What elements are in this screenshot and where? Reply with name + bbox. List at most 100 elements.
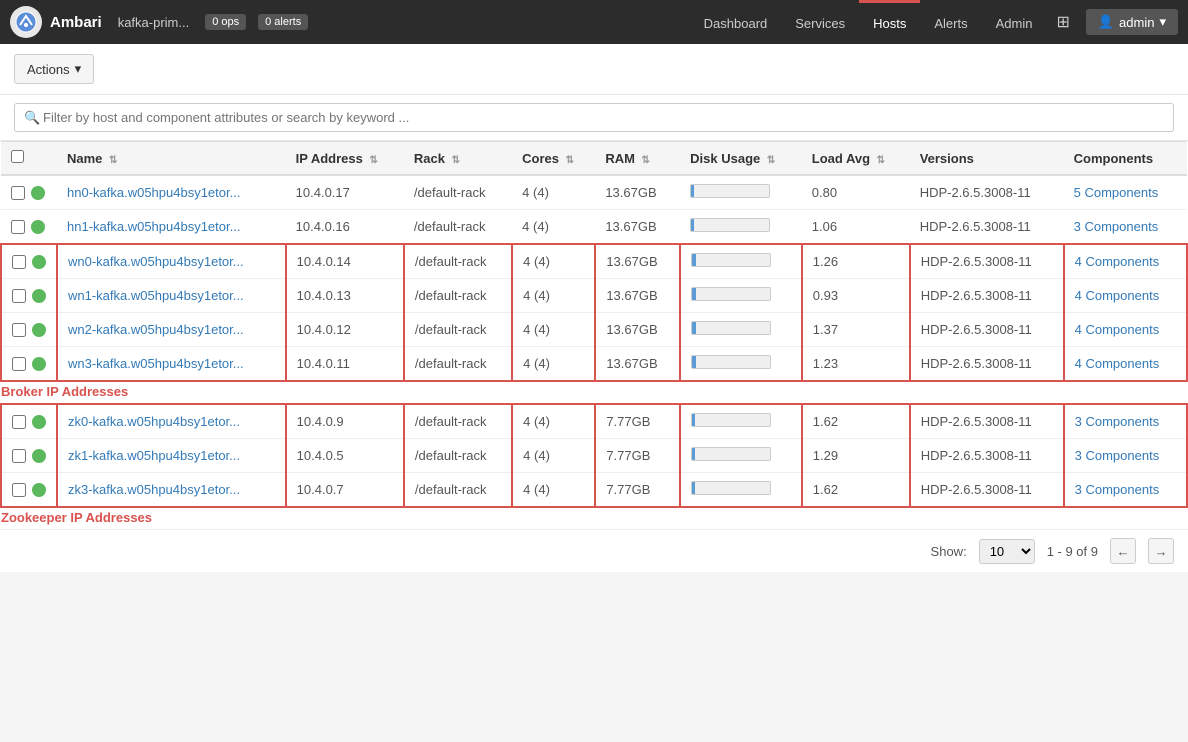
- sort-disk-icon: ⇅: [767, 155, 775, 166]
- row-disk: [680, 244, 802, 279]
- status-icon: [31, 186, 45, 200]
- row-ram: 7.77GB: [595, 439, 680, 473]
- row-checkbox[interactable]: [12, 289, 26, 303]
- row-name: hn0-kafka.w05hpu4bsy1etor...: [57, 175, 286, 210]
- main-content: Actions ▾ 🔍 Name ⇅ IP Address ⇅ Rack ⇅ C…: [0, 44, 1188, 572]
- components-link[interactable]: 3 Components: [1075, 414, 1160, 429]
- nav-services[interactable]: Services: [781, 0, 859, 44]
- next-page-button[interactable]: →: [1148, 538, 1174, 564]
- row-checkbox[interactable]: [12, 415, 26, 429]
- row-ip: 10.4.0.5: [286, 439, 404, 473]
- row-load: 1.62: [802, 404, 910, 439]
- components-link[interactable]: 5 Components: [1074, 185, 1159, 200]
- col-disk[interactable]: Disk Usage ⇅: [680, 142, 802, 176]
- row-checkbox[interactable]: [11, 186, 25, 200]
- components-link[interactable]: 4 Components: [1075, 356, 1160, 371]
- row-cores: 4 (4): [512, 210, 595, 245]
- col-cores[interactable]: Cores ⇅: [512, 142, 595, 176]
- actions-caret-icon: ▾: [75, 61, 82, 77]
- row-ram: 7.77GB: [595, 473, 680, 508]
- host-link[interactable]: wn3-kafka.w05hpu4bsy1etor...: [68, 356, 244, 371]
- row-version: HDP-2.6.5.3008-11: [910, 473, 1064, 508]
- host-link[interactable]: zk0-kafka.w05hpu4bsy1etor...: [68, 414, 240, 429]
- row-name: zk1-kafka.w05hpu4bsy1etor...: [57, 439, 286, 473]
- nav-admin[interactable]: Admin: [982, 0, 1047, 44]
- status-icon: [32, 415, 46, 429]
- user-menu[interactable]: 👤 admin ▾: [1086, 9, 1178, 35]
- grid-icon[interactable]: ⊞: [1046, 12, 1079, 32]
- per-page-select[interactable]: 102550100: [979, 539, 1035, 564]
- row-version: HDP-2.6.5.3008-11: [910, 175, 1064, 210]
- status-icon: [32, 483, 46, 497]
- col-ip[interactable]: IP Address ⇅: [286, 142, 404, 176]
- table-row: zk0-kafka.w05hpu4bsy1etor...10.4.0.9/def…: [1, 404, 1187, 439]
- nav-dashboard[interactable]: Dashboard: [690, 0, 782, 44]
- components-link[interactable]: 3 Components: [1075, 482, 1160, 497]
- row-components: 4 Components: [1064, 244, 1187, 279]
- search-input[interactable]: [14, 103, 1174, 132]
- host-link[interactable]: wn2-kafka.w05hpu4bsy1etor...: [68, 322, 244, 337]
- row-disk: [680, 439, 802, 473]
- row-checkbox-cell: [1, 210, 57, 245]
- row-checkbox[interactable]: [12, 449, 26, 463]
- row-checkbox[interactable]: [12, 483, 26, 497]
- logo-icon: [10, 6, 42, 38]
- components-link[interactable]: 3 Components: [1074, 219, 1159, 234]
- row-components: 4 Components: [1064, 313, 1187, 347]
- row-ip: 10.4.0.17: [286, 175, 404, 210]
- host-link[interactable]: zk3-kafka.w05hpu4bsy1etor...: [68, 482, 240, 497]
- host-link[interactable]: zk1-kafka.w05hpu4bsy1etor...: [68, 448, 240, 463]
- row-ram: 13.67GB: [595, 313, 680, 347]
- row-name: wn2-kafka.w05hpu4bsy1etor...: [57, 313, 286, 347]
- row-checkbox[interactable]: [12, 323, 26, 337]
- row-disk: [680, 210, 802, 245]
- col-ram[interactable]: RAM ⇅: [595, 142, 680, 176]
- status-icon: [32, 449, 46, 463]
- row-ram: 13.67GB: [595, 244, 680, 279]
- disk-bar: [691, 413, 771, 427]
- nav-alerts[interactable]: Alerts: [920, 0, 981, 44]
- col-components: Components: [1064, 142, 1187, 176]
- col-rack[interactable]: Rack ⇅: [404, 142, 512, 176]
- row-rack: /default-rack: [404, 439, 512, 473]
- col-name[interactable]: Name ⇅: [57, 142, 286, 176]
- app-brand: Ambari: [50, 14, 102, 31]
- row-checkbox[interactable]: [11, 220, 25, 234]
- sort-ram-icon: ⇅: [642, 155, 650, 166]
- hosts-table: Name ⇅ IP Address ⇅ Rack ⇅ Cores ⇅ RAM ⇅…: [0, 141, 1188, 529]
- host-link[interactable]: hn1-kafka.w05hpu4bsy1etor...: [67, 219, 240, 234]
- components-link[interactable]: 3 Components: [1075, 448, 1160, 463]
- nav-hosts[interactable]: Hosts: [859, 0, 920, 44]
- host-link[interactable]: hn0-kafka.w05hpu4bsy1etor...: [67, 185, 240, 200]
- row-version: HDP-2.6.5.3008-11: [910, 210, 1064, 245]
- alerts-badge[interactable]: 0 alerts: [258, 14, 308, 30]
- status-icon: [32, 255, 46, 269]
- table-row: wn0-kafka.w05hpu4bsy1etor...10.4.0.14/de…: [1, 244, 1187, 279]
- row-checkbox[interactable]: [12, 357, 26, 371]
- disk-bar-fill: [691, 185, 694, 197]
- show-label: Show:: [931, 544, 967, 559]
- app-logo[interactable]: Ambari kafka-prim... 0 ops 0 alerts: [10, 6, 312, 38]
- row-checkbox[interactable]: [12, 255, 26, 269]
- table-row: wn1-kafka.w05hpu4bsy1etor...10.4.0.13/de…: [1, 279, 1187, 313]
- host-link[interactable]: wn1-kafka.w05hpu4bsy1etor...: [68, 288, 244, 303]
- row-cores: 4 (4): [512, 404, 595, 439]
- row-ip: 10.4.0.9: [286, 404, 404, 439]
- components-link[interactable]: 4 Components: [1075, 288, 1160, 303]
- row-disk: [680, 347, 802, 382]
- row-checkbox-cell: [1, 347, 57, 382]
- row-rack: /default-rack: [404, 210, 512, 245]
- ops-badge[interactable]: 0 ops: [205, 14, 246, 30]
- row-checkbox-cell: [1, 279, 57, 313]
- components-link[interactable]: 4 Components: [1075, 322, 1160, 337]
- status-icon: [32, 357, 46, 371]
- col-load[interactable]: Load Avg ⇅: [802, 142, 910, 176]
- host-link[interactable]: wn0-kafka.w05hpu4bsy1etor...: [68, 254, 244, 269]
- prev-page-button[interactable]: ←: [1110, 538, 1136, 564]
- select-all-checkbox[interactable]: [11, 150, 24, 163]
- actions-button[interactable]: Actions ▾: [14, 54, 94, 84]
- row-version: HDP-2.6.5.3008-11: [910, 404, 1064, 439]
- row-version: HDP-2.6.5.3008-11: [910, 439, 1064, 473]
- components-link[interactable]: 4 Components: [1075, 254, 1160, 269]
- row-version: HDP-2.6.5.3008-11: [910, 347, 1064, 382]
